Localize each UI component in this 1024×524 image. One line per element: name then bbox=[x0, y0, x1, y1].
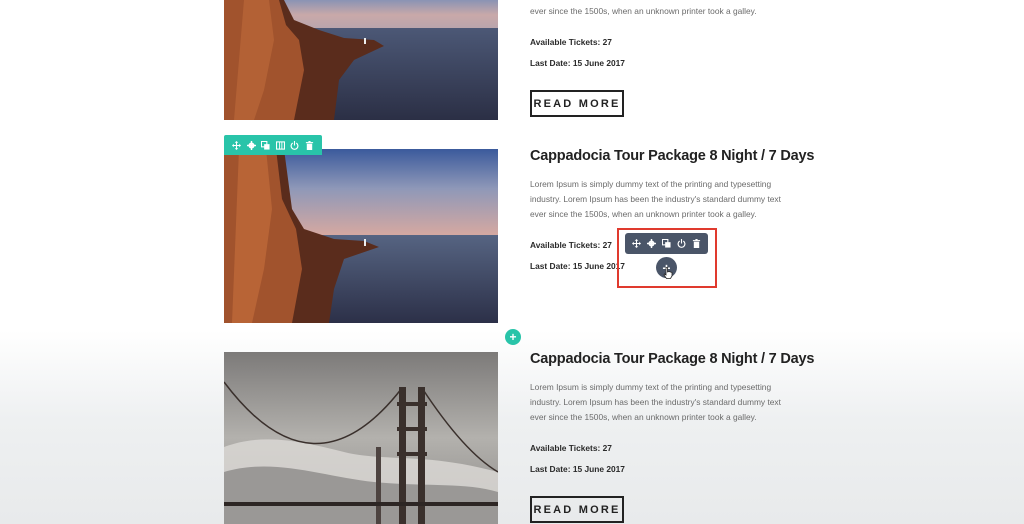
move-icon[interactable] bbox=[631, 238, 643, 250]
module-toolbar bbox=[625, 233, 708, 254]
gear-icon[interactable] bbox=[646, 238, 658, 250]
move-icon[interactable] bbox=[231, 139, 243, 151]
entry-2-description: Lorem Ipsum is simply dummy text of the … bbox=[530, 177, 810, 222]
entry-3-date: Last Date: 15 June 2017 bbox=[530, 464, 625, 474]
entry-3-image bbox=[224, 352, 498, 524]
entry-2-tickets: Available Tickets: 27 bbox=[530, 240, 612, 250]
gear-icon[interactable] bbox=[245, 139, 257, 151]
entry-3-description-line: industry. Lorem Ipsum has been the indus… bbox=[530, 397, 781, 407]
entry-3-tickets: Available Tickets: 27 bbox=[530, 443, 612, 453]
hand-cursor-icon bbox=[663, 267, 673, 279]
entry-3-read-more-button[interactable]: READ MORE bbox=[530, 496, 624, 523]
entry-3-title: Cappadocia Tour Package 8 Night / 7 Days bbox=[530, 351, 815, 367]
entry-1-description-line: ever since the 1500s, when an unknown pr… bbox=[530, 6, 757, 16]
duplicate-icon[interactable] bbox=[260, 139, 272, 151]
duplicate-icon[interactable] bbox=[660, 238, 672, 250]
entry-1-read-more-button[interactable]: READ MORE bbox=[530, 90, 624, 117]
trash-icon[interactable] bbox=[690, 238, 702, 250]
entry-1-image bbox=[224, 0, 498, 120]
entry-2-image bbox=[224, 149, 498, 323]
section-toolbar bbox=[224, 135, 322, 155]
entry-2-title: Cappadocia Tour Package 8 Night / 7 Days bbox=[530, 148, 815, 164]
columns-icon[interactable] bbox=[274, 139, 286, 151]
power-icon[interactable] bbox=[675, 238, 687, 250]
entry-3-description: Lorem Ipsum is simply dummy text of the … bbox=[530, 380, 810, 425]
entry-1-tickets: Available Tickets: 27 bbox=[530, 37, 612, 47]
entry-2-date: Last Date: 15 June 2017 bbox=[530, 261, 625, 271]
entry-2-description-line: ever since the 1500s, when an unknown pr… bbox=[530, 209, 757, 219]
entry-2-description-line: Lorem Ipsum is simply dummy text of the … bbox=[530, 179, 772, 189]
entry-1-date: Last Date: 15 June 2017 bbox=[530, 58, 625, 68]
trash-icon[interactable] bbox=[303, 139, 315, 151]
entry-3-description-line: Lorem Ipsum is simply dummy text of the … bbox=[530, 382, 772, 392]
power-icon[interactable] bbox=[289, 139, 301, 151]
add-row-button[interactable]: + bbox=[505, 329, 521, 345]
entry-3-description-line: ever since the 1500s, when an unknown pr… bbox=[530, 412, 757, 422]
entry-2-description-line: industry. Lorem Ipsum has been the indus… bbox=[530, 194, 781, 204]
